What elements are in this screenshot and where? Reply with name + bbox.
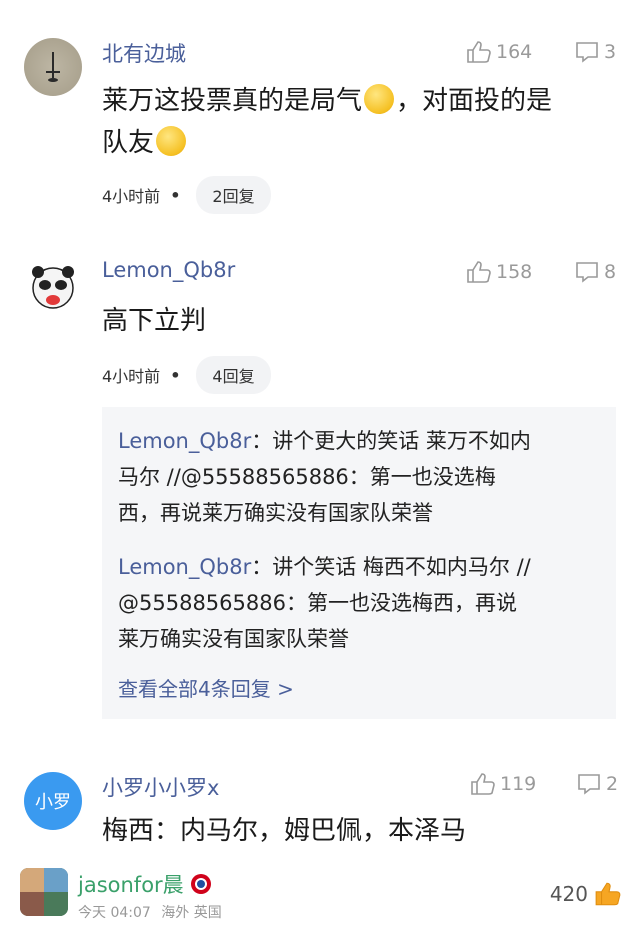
sub-reply[interactable]: Lemon_Qb8r：讲个笑话 梅西不如内马尔 // @55588565886：… xyxy=(118,549,604,657)
comment-meta: 今天 04:07 海外 英国 xyxy=(78,902,222,922)
username[interactable]: 小罗小小罗x xyxy=(102,772,219,802)
username-text: jasonfor晨 xyxy=(78,873,184,897)
thumbs-up-filled-icon xyxy=(595,882,621,906)
view-replies-button[interactable]: 4回复 xyxy=(196,356,271,394)
username[interactable]: Lemon_Qb8r xyxy=(102,258,235,282)
sub-reply-username[interactable]: Lemon_Qb8r xyxy=(118,555,251,579)
ship-mast-icon xyxy=(46,52,60,82)
sub-reply[interactable]: Lemon_Qb8r：讲个更大的笑话 莱万不如内 马尔 //@555885658… xyxy=(118,423,604,531)
comment-text-part: ，对面投的是 xyxy=(396,86,553,116)
like-stat[interactable]: 119 xyxy=(470,772,536,796)
thumbs-up-icon xyxy=(471,773,495,795)
username[interactable]: jasonfor晨 xyxy=(78,869,212,899)
timestamp: 今天 04:07 xyxy=(78,905,151,921)
reply-count: 3 xyxy=(604,41,617,63)
comment-bubble-icon xyxy=(578,774,600,795)
sub-reply-text: ：讲个笑话 梅西不如内马尔 // xyxy=(251,555,531,579)
thumbs-up-icon xyxy=(467,261,491,283)
comment-meta: 4小时前 • 2回复 xyxy=(102,176,271,214)
timestamp: 4小时前 xyxy=(102,367,161,386)
sub-reply-text: @55588565886：第一也没选梅西，再说 xyxy=(118,591,517,615)
avatar[interactable] xyxy=(24,38,82,96)
sub-reply-text: 西，再说莱万确实没有国家队荣誉 xyxy=(118,501,433,525)
comment-item: 北有边城 164 3 莱万这投票真的是局气 ，对面投的是 队友 4小时前 • 2回… xyxy=(0,0,640,230)
like-stat[interactable]: 164 xyxy=(466,40,532,64)
location: 海外 英国 xyxy=(161,905,222,921)
collage-avatar-icon xyxy=(20,868,68,916)
comment-text: 高下立判 xyxy=(102,306,207,336)
angry-face-emoji-icon xyxy=(364,84,395,114)
like-stat[interactable]: 158 xyxy=(466,260,532,284)
reply-stat[interactable]: 8 xyxy=(574,260,616,284)
sub-replies-box: Lemon_Qb8r：讲个更大的笑话 莱万不如内 马尔 //@555885658… xyxy=(102,407,616,719)
separator-dot: • xyxy=(170,365,181,385)
sub-reply-username[interactable]: Lemon_Qb8r xyxy=(118,429,251,453)
comment-text: 莱万这投票真的是局气 ，对面投的是 队友 xyxy=(102,80,602,164)
comment-text: 梅西：内马尔，姆巴佩，本泽马 xyxy=(102,816,467,846)
sub-reply-text: 马尔 //@55588565886：第一也没选梅 xyxy=(118,465,496,489)
timestamp: 4小时前 xyxy=(102,187,161,206)
crying-face-emoji-icon xyxy=(156,126,187,156)
reply-stat[interactable]: 3 xyxy=(574,40,616,64)
like-stat[interactable]: 420 xyxy=(550,880,622,908)
comment-bubble-icon xyxy=(576,42,598,63)
like-count: 119 xyxy=(500,773,537,795)
sub-reply-text: 莱万确实没有国家队荣誉 xyxy=(118,627,349,651)
sub-reply-text: ：讲个更大的笑话 莱万不如内 xyxy=(251,429,531,453)
comment-text-part: 队友 xyxy=(102,128,155,158)
avatar[interactable] xyxy=(24,258,82,316)
thumbs-up-icon xyxy=(467,41,491,63)
avatar-text: 小罗 xyxy=(35,792,71,813)
see-all-replies-link[interactable]: 查看全部4条回复 > xyxy=(118,673,294,702)
username[interactable]: 北有边城 xyxy=(102,38,186,68)
comment-meta: 4小时前 • 4回复 xyxy=(102,356,271,394)
panda-sticker-icon xyxy=(32,266,74,309)
club-badge-icon xyxy=(190,874,211,894)
like-count: 420 xyxy=(549,882,588,906)
separator-dot: • xyxy=(170,185,181,205)
avatar[interactable]: 小罗 xyxy=(24,772,82,830)
comment-text-part: 莱万这投票真的是局气 xyxy=(102,86,363,116)
like-count: 158 xyxy=(496,261,533,283)
reply-stat[interactable]: 2 xyxy=(576,772,618,796)
like-count: 164 xyxy=(496,41,533,63)
reply-count: 2 xyxy=(606,773,619,795)
view-replies-button[interactable]: 2回复 xyxy=(196,176,271,214)
comment-bubble-icon xyxy=(576,262,598,283)
avatar[interactable] xyxy=(20,868,68,916)
reply-count: 8 xyxy=(604,261,617,283)
